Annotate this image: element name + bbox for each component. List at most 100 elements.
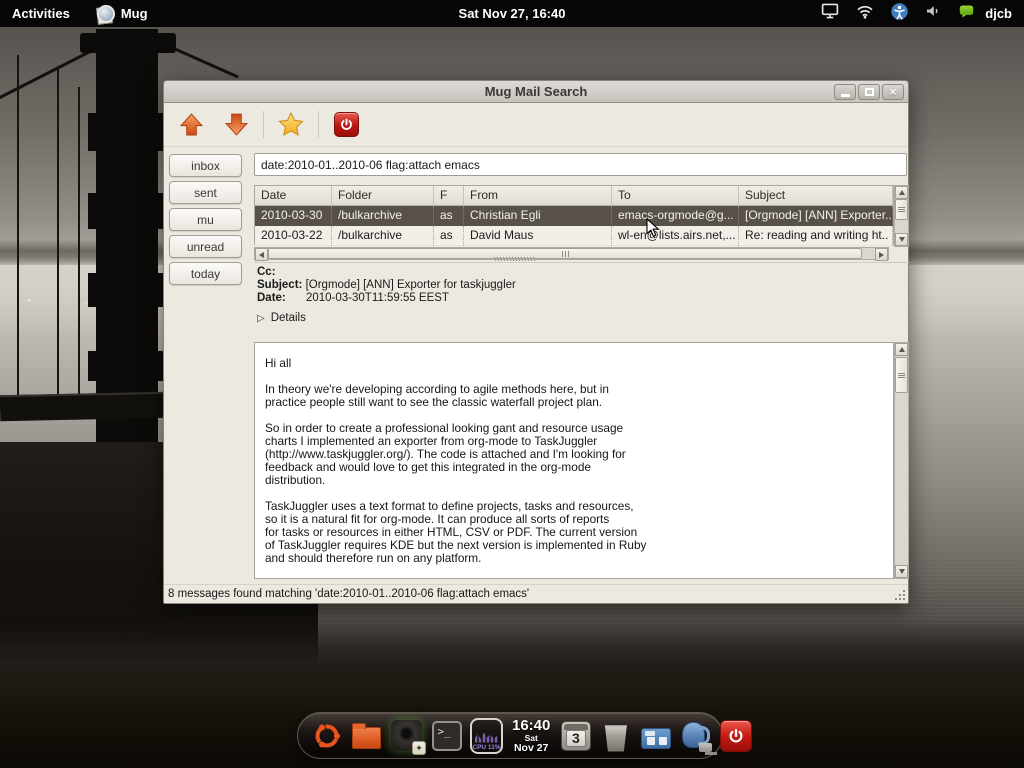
scrollbar-thumb[interactable] — [895, 199, 908, 220]
panels-glyph — [641, 728, 671, 749]
sidebar-item-mu[interactable]: mu — [169, 208, 242, 231]
activities-button[interactable]: Activities — [0, 6, 84, 21]
toolbar — [164, 103, 908, 147]
list-vertical-scrollbar[interactable] — [894, 185, 909, 247]
display-icon[interactable] — [820, 2, 840, 25]
header-cc-line: Cc: — [257, 266, 909, 279]
sidebar-item-sent[interactable]: sent — [169, 181, 242, 204]
mug-window: Mug Mail Search × inbox sent mu unread t… — [163, 80, 909, 604]
search-input[interactable] — [254, 153, 907, 176]
maximize-button[interactable] — [858, 84, 880, 100]
scroll-up-button[interactable] — [895, 186, 908, 199]
shutdown-icon[interactable] — [719, 718, 752, 753]
kettle-glyph — [682, 722, 705, 748]
cell-flags: as — [434, 206, 464, 226]
kettle-app-icon[interactable] — [679, 718, 712, 753]
sidebar-item-inbox[interactable]: inbox — [169, 154, 242, 177]
prev-message-button[interactable] — [173, 108, 209, 142]
cpu-monitor-icon[interactable]: CPU 11% — [470, 718, 503, 753]
trash-icon[interactable] — [599, 718, 632, 753]
minimize-icon — [841, 94, 850, 97]
next-message-button[interactable] — [218, 108, 254, 142]
cell-subject: Re: reading and writing ht.. — [739, 226, 893, 246]
scroll-left-button[interactable] — [255, 248, 268, 261]
accessibility-icon[interactable] — [890, 2, 909, 26]
bridge-cable — [17, 55, 19, 411]
scrollbar-thumb[interactable] — [895, 357, 908, 393]
cell-to: wl-en@lists.airs.net,... — [612, 226, 739, 246]
cell-subject: [Orgmode] [ANN] Exporter.. — [739, 206, 893, 226]
calendar-icon[interactable]: 3 — [559, 718, 592, 753]
top-panel: Activities Mug Sat Nov 27, 16:40 djcb — [0, 0, 1024, 27]
flag-message-button[interactable] — [273, 108, 309, 142]
column-header-from[interactable]: From — [464, 186, 612, 206]
bridge-cable — [78, 87, 80, 417]
cpu-bars — [475, 732, 498, 743]
chevron-left-icon — [259, 252, 264, 258]
table-row[interactable]: 2010-03-22 /bulkarchive as David Maus wl… — [255, 226, 893, 246]
terminal-icon[interactable]: >_ — [430, 718, 463, 753]
column-header-flags[interactable]: F — [434, 186, 464, 206]
bridge-brace — [88, 113, 166, 151]
star-icon — [277, 111, 305, 138]
header-subject-line: Subject: [Orgmode] [ANN] Exporter for ta… — [257, 279, 909, 292]
message-list: Date Folder F From To Subject 2010-03-30… — [254, 185, 894, 245]
arrow-up-icon — [179, 112, 204, 137]
dock-clock-time: 16:40 — [512, 718, 550, 733]
body-vertical-scrollbar[interactable] — [894, 342, 909, 579]
sidebar-item-unread[interactable]: unread — [169, 235, 242, 258]
resize-grip[interactable] — [893, 588, 905, 600]
quit-button[interactable] — [328, 108, 364, 142]
minimize-button[interactable] — [834, 84, 856, 100]
scroll-down-button[interactable] — [895, 565, 908, 578]
cell-from: David Maus — [464, 226, 612, 246]
scroll-down-button[interactable] — [895, 233, 908, 246]
scroll-up-button[interactable] — [895, 343, 908, 356]
workspace-panels-icon[interactable] — [639, 718, 672, 753]
username-menu[interactable]: djcb — [985, 6, 1012, 21]
status-text: 8 messages found matching 'date:2010-01.… — [168, 588, 529, 600]
music-player-icon[interactable]: ✦ — [390, 718, 423, 753]
close-icon: × — [889, 86, 896, 98]
window-title: Mug Mail Search — [164, 84, 908, 99]
bridge-main-cable — [0, 45, 102, 102]
list-horizontal-scrollbar[interactable] — [254, 247, 889, 260]
details-expander[interactable]: ▷ Details — [257, 312, 909, 325]
cell-date: 2010-03-30 — [255, 206, 332, 226]
cell-flags: as — [434, 226, 464, 246]
message-body-view[interactable]: Hi all In theory we're developing accord… — [254, 342, 894, 579]
scrollbar-thumb[interactable] — [268, 248, 862, 259]
column-header-to[interactable]: To — [612, 186, 739, 206]
status-bar: 8 messages found matching 'date:2010-01.… — [164, 584, 908, 603]
overlay-badge-icon: ✦ — [412, 741, 426, 755]
column-header-subject[interactable]: Subject — [739, 186, 893, 206]
file-manager-icon[interactable] — [350, 718, 383, 753]
app-menu[interactable]: Mug — [96, 4, 148, 24]
pane-resize-handle[interactable] — [494, 257, 536, 261]
bridge-brace — [88, 273, 166, 307]
chevron-down-icon — [899, 237, 905, 242]
scroll-right-button[interactable] — [875, 248, 888, 261]
power-icon — [720, 720, 752, 752]
column-header-date[interactable]: Date — [255, 186, 332, 206]
ubuntu-launcher-icon[interactable] — [310, 718, 343, 753]
column-header-folder[interactable]: Folder — [332, 186, 434, 206]
sailboats — [28, 299, 31, 302]
titlebar[interactable]: Mug Mail Search × — [164, 81, 908, 103]
sidebar-item-today[interactable]: today — [169, 262, 242, 285]
dock-clock[interactable]: 16:40 Sat Nov 27 — [512, 718, 550, 754]
cell-from: Christian Egli — [464, 206, 612, 226]
chat-status-icon[interactable] — [957, 2, 976, 25]
wifi-icon[interactable] — [855, 2, 875, 25]
chevron-up-icon — [899, 190, 905, 195]
arrow-down-icon — [224, 112, 249, 137]
panel-clock[interactable]: Sat Nov 27, 16:40 — [459, 6, 566, 21]
table-row[interactable]: 2010-03-30 /bulkarchive as Christian Egl… — [255, 206, 893, 226]
toolbar-separator — [318, 111, 319, 138]
message-headers: Cc: Subject: [Orgmode] [ANN] Exporter fo… — [254, 262, 909, 336]
close-button[interactable]: × — [882, 84, 904, 100]
chevron-up-icon — [899, 347, 905, 352]
power-icon — [334, 112, 359, 137]
volume-icon[interactable] — [924, 2, 942, 25]
cell-date: 2010-03-22 — [255, 226, 332, 246]
